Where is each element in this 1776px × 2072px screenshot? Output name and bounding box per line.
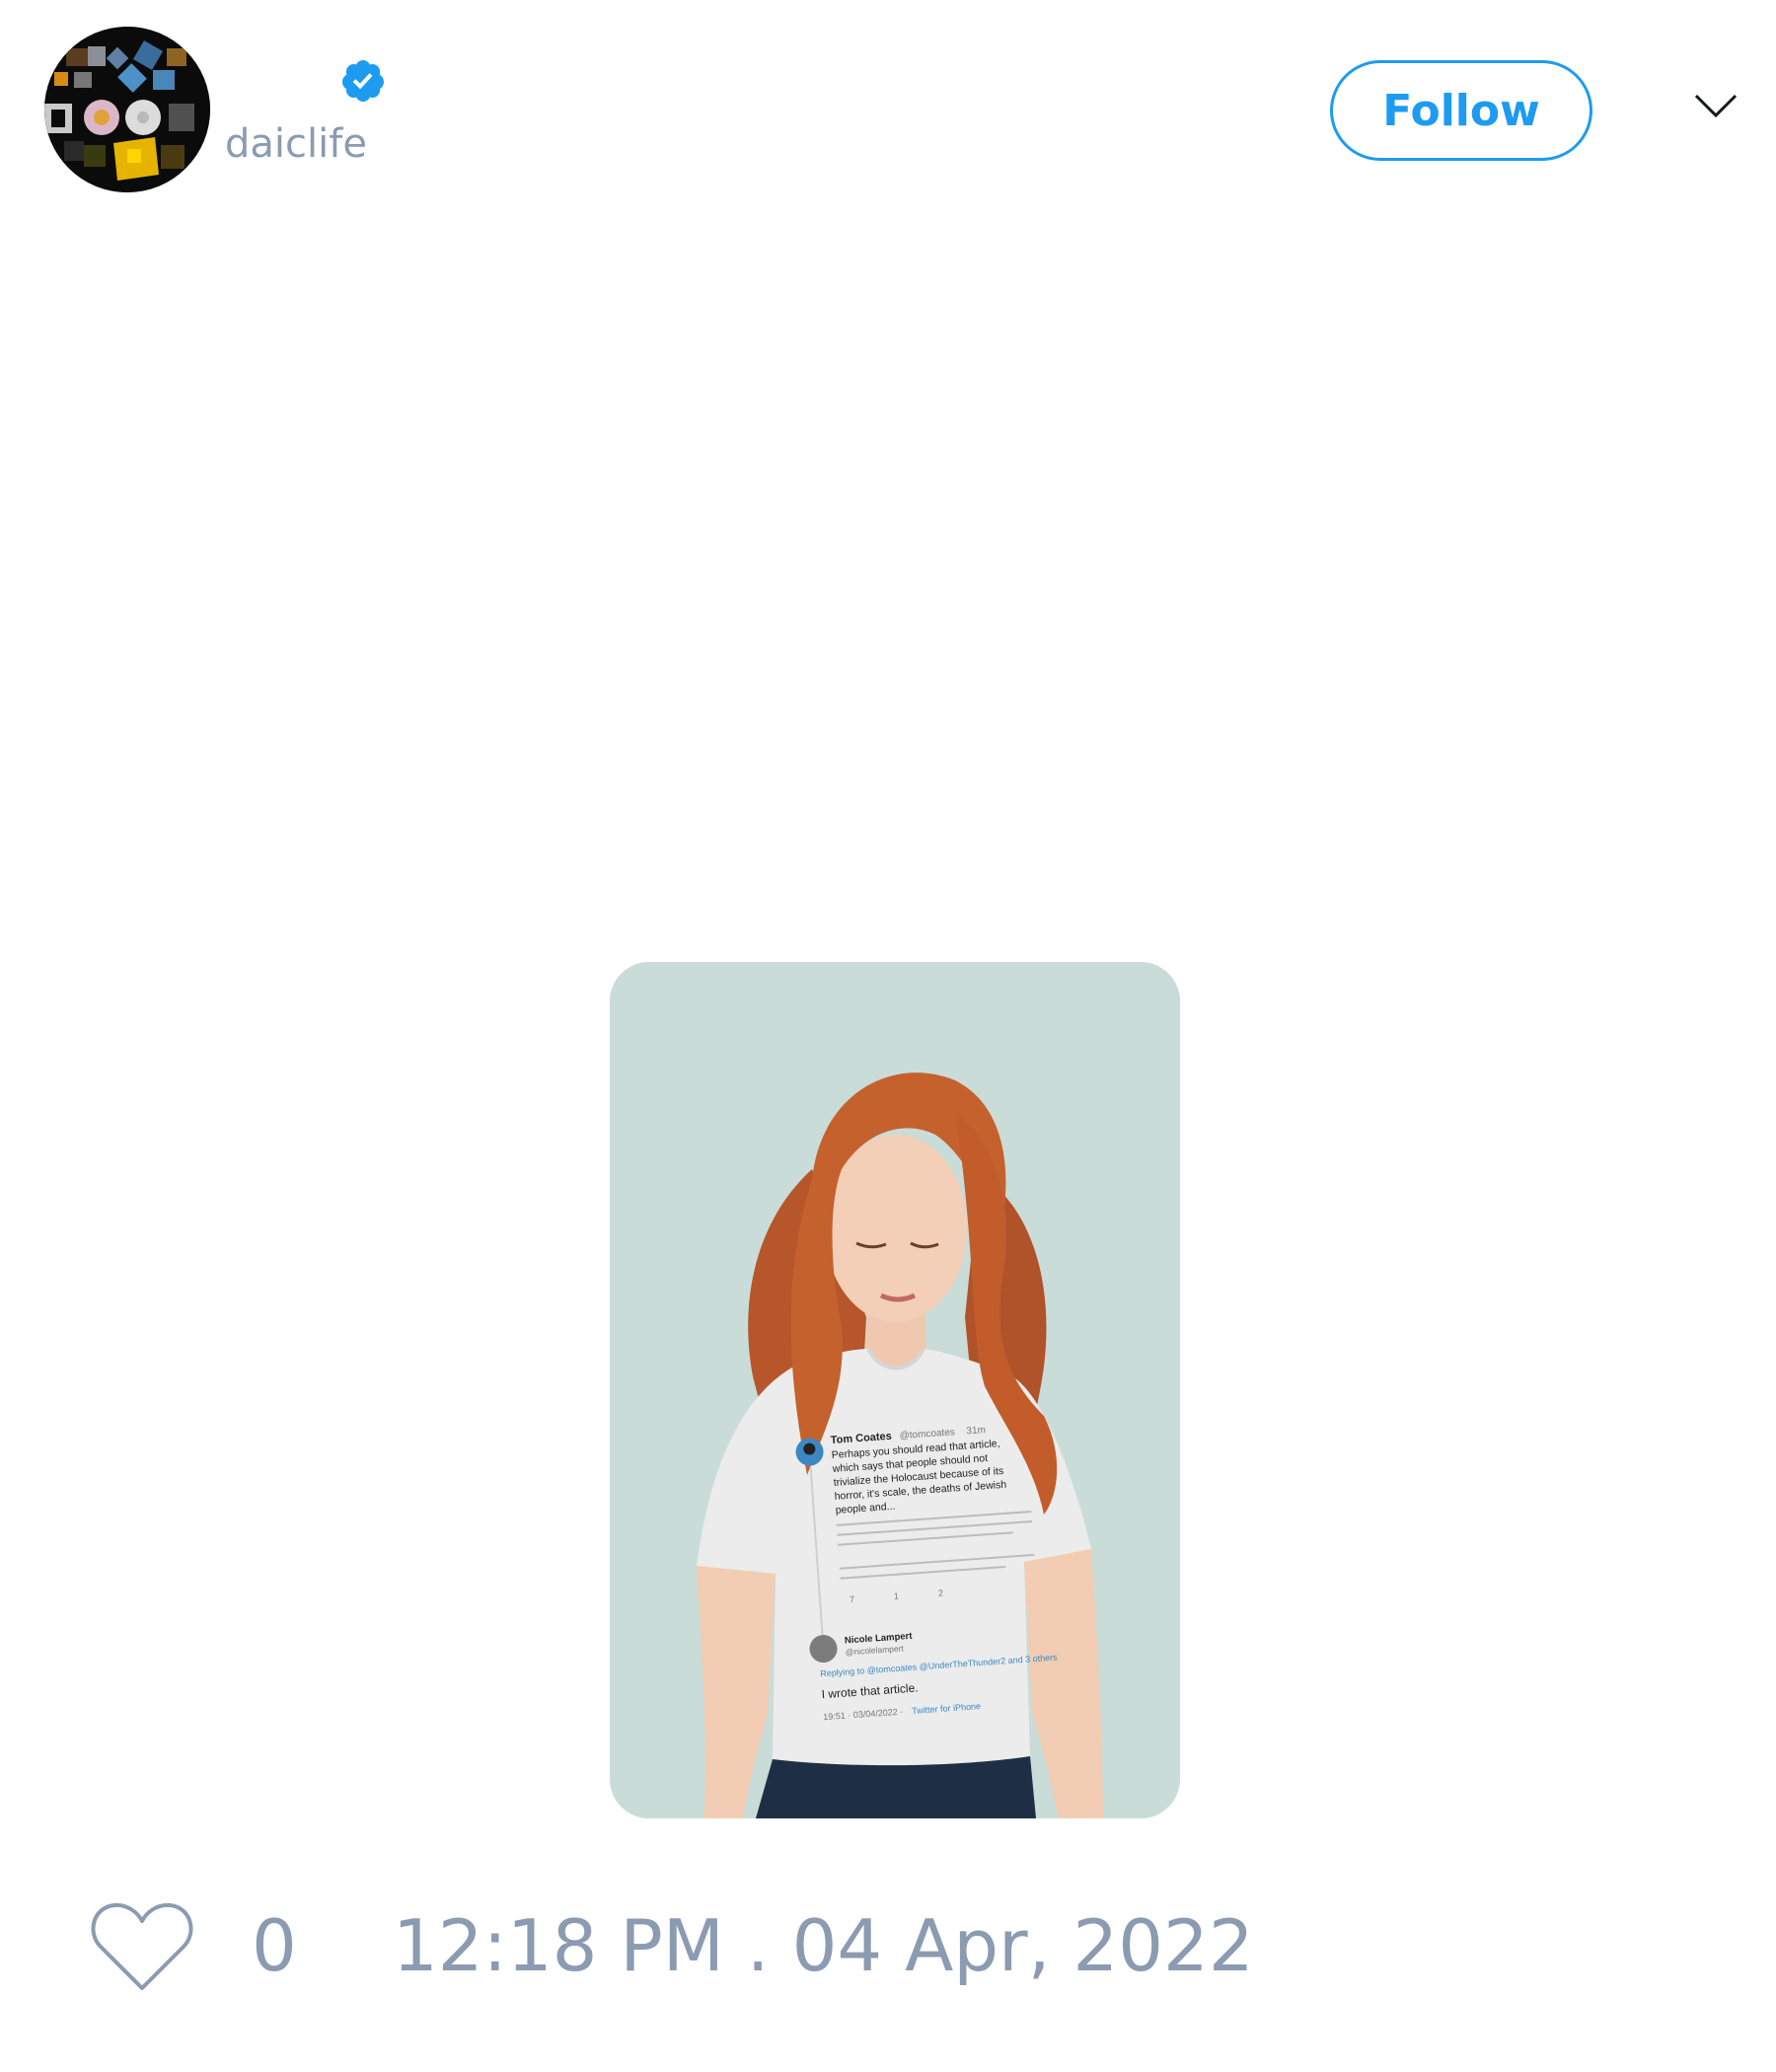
shirt-retweet-count: 1 [894,1591,900,1601]
heart-outline-icon[interactable] [89,1899,195,1994]
like-count: 0 [252,1904,297,1987]
shirt-reply-count: 7 [850,1594,855,1604]
chevron-down-icon[interactable] [1693,91,1739,120]
shirt-original-age: 31m [966,1425,986,1437]
shirt-like-count: 2 [938,1588,944,1597]
verified-badge-icon [341,60,384,102]
author-avatar[interactable] [44,27,210,192]
follow-button[interactable]: Follow [1330,60,1592,161]
tweet-media-photo[interactable]: Tom Coates @tomcoates 31m Perhaps you sh… [610,962,1180,1818]
tweet-timestamp[interactable]: 12:18 PM . 04 Apr, 2022 [393,1910,1254,1981]
author-handle[interactable]: daiclife [225,124,367,164]
